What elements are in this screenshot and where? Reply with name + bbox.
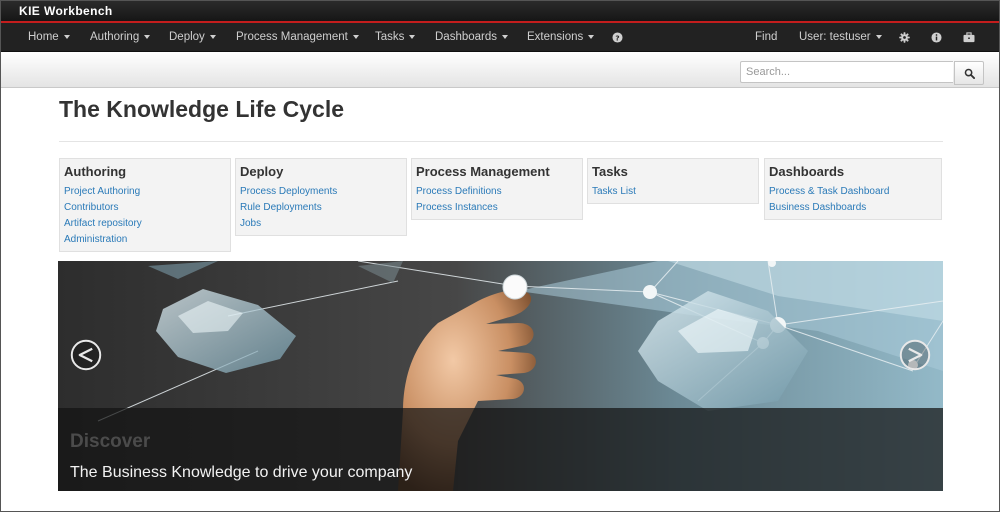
info-icon[interactable] (928, 23, 944, 51)
section-title: Deploy (240, 164, 284, 179)
app-brand: KIE Workbench (19, 4, 113, 18)
link-jobs[interactable]: Jobs (236, 216, 406, 232)
nav-deploy-label: Deploy (169, 31, 205, 43)
title-divider (59, 141, 943, 142)
nav-dashboards-label: Dashboards (435, 31, 498, 43)
caret-down-icon (63, 34, 70, 39)
chevron-left-circle-icon[interactable] (70, 339, 102, 371)
nav-deploy[interactable]: Deploy (169, 23, 216, 51)
app-window: KIE Workbench Home Authoring Deploy Proc… (0, 0, 1000, 512)
caret-down-icon (502, 34, 509, 39)
section-dashboards: Dashboards Process & Task Dashboard Busi… (764, 158, 942, 220)
carousel-caption-text: The Business Knowledge to drive your com… (70, 464, 413, 481)
section-authoring: Authoring Project Authoring Contributors… (59, 158, 231, 252)
section-title: Authoring (64, 164, 127, 179)
nav-find[interactable]: Find (755, 23, 777, 51)
link-tasks-list[interactable]: Tasks List (588, 184, 758, 200)
nav-home[interactable]: Home (28, 23, 70, 51)
svg-text:?: ? (615, 33, 619, 42)
caret-down-icon (209, 34, 216, 39)
nav-home-label: Home (28, 31, 59, 43)
link-business-dashboards[interactable]: Business Dashboards (765, 200, 941, 216)
section-tasks: Tasks Tasks List (587, 158, 759, 204)
search-input[interactable] (740, 61, 953, 83)
link-rule-deployments[interactable]: Rule Deployments (236, 200, 406, 216)
section-deploy: Deploy Process Deployments Rule Deployme… (235, 158, 407, 236)
nav-authoring-label: Authoring (90, 31, 140, 43)
section-title: Process Management (416, 164, 550, 179)
caret-down-icon (875, 34, 882, 39)
link-artifact-repository[interactable]: Artifact repository (60, 216, 230, 232)
nav-user-menu[interactable]: User: testuser (799, 23, 882, 51)
nav-user-label: User: testuser (799, 31, 871, 43)
chevron-right-circle-icon[interactable] (899, 339, 931, 371)
caret-down-icon (352, 34, 359, 39)
question-circle-icon[interactable]: ? (609, 23, 625, 51)
link-process-instances[interactable]: Process Instances (412, 200, 582, 216)
link-contributors[interactable]: Contributors (60, 200, 230, 216)
caret-down-icon (409, 34, 416, 39)
section-process-management: Process Management Process Definitions P… (411, 158, 583, 220)
page-title: The Knowledge Life Cycle (59, 96, 344, 122)
link-administration[interactable]: Administration (60, 232, 230, 248)
link-process-task-dashboard[interactable]: Process & Task Dashboard (765, 184, 941, 200)
caret-down-icon (144, 34, 151, 39)
main-navbar: Home Authoring Deploy Process Management… (1, 23, 999, 52)
carousel-caption-title: Discover (70, 431, 151, 452)
nav-process-management-label: Process Management (236, 31, 348, 43)
nav-extensions[interactable]: Extensions (527, 23, 595, 51)
briefcase-icon[interactable] (961, 23, 977, 51)
caret-down-icon (588, 34, 595, 39)
section-title: Tasks (592, 164, 628, 179)
link-project-authoring[interactable]: Project Authoring (60, 184, 230, 200)
nav-extensions-label: Extensions (527, 31, 584, 43)
hero-carousel[interactable]: Discover The Business Knowledge to drive… (58, 261, 943, 491)
nav-tasks-label: Tasks (375, 31, 405, 43)
top-bar: KIE Workbench (1, 1, 999, 23)
link-process-definitions[interactable]: Process Definitions (412, 184, 582, 200)
link-process-deployments[interactable]: Process Deployments (236, 184, 406, 200)
gear-icon[interactable] (896, 23, 912, 51)
nav-authoring[interactable]: Authoring (90, 23, 151, 51)
search-button[interactable] (954, 61, 984, 85)
search-icon (964, 68, 975, 79)
nav-tasks[interactable]: Tasks (375, 23, 416, 51)
search-bar (1, 52, 999, 88)
section-title: Dashboards (769, 164, 845, 179)
nav-dashboards[interactable]: Dashboards (435, 23, 509, 51)
nav-process-management[interactable]: Process Management (236, 23, 359, 51)
